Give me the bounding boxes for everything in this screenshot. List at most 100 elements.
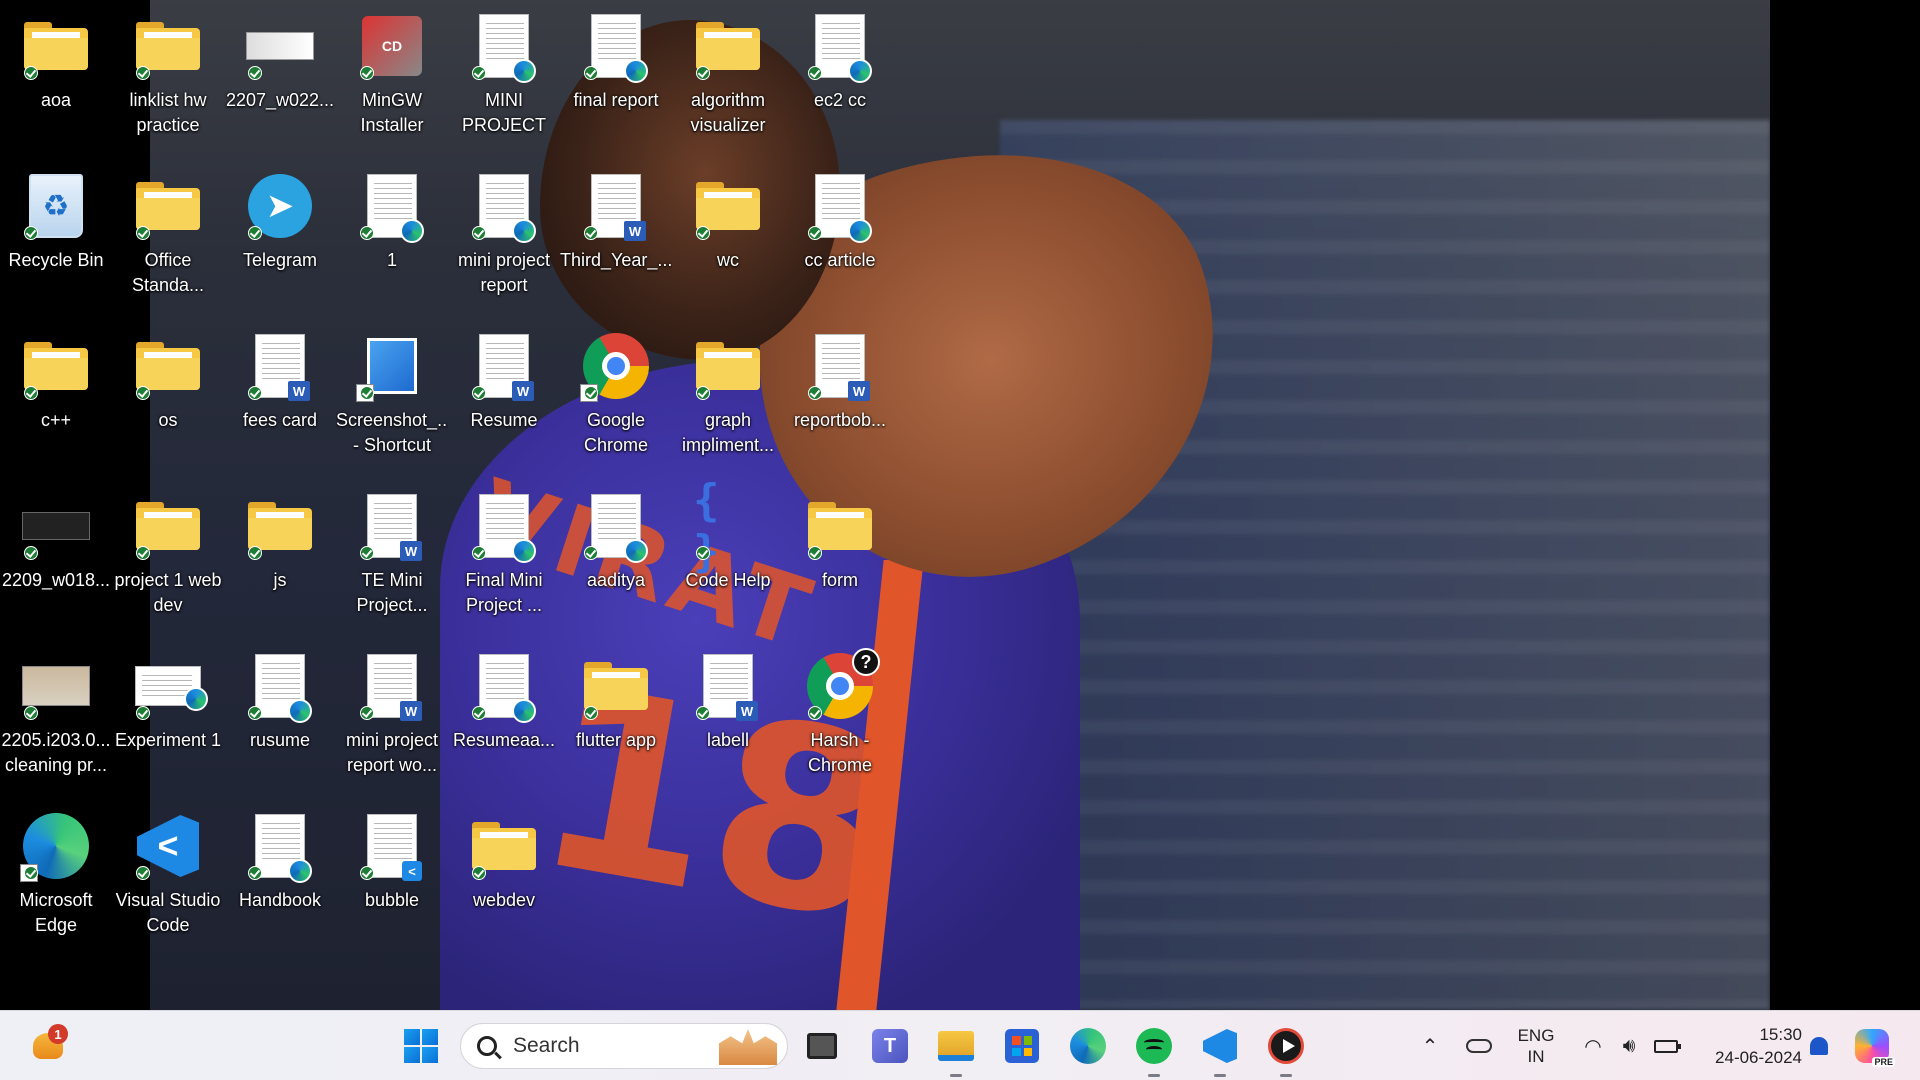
desktop-icon[interactable]: W Resume (448, 324, 560, 480)
desktop-icon-label: 2207_w022... (225, 90, 335, 110)
desktop-icon[interactable]: 2209_w018... (0, 484, 112, 640)
pdf-document-icon (255, 814, 312, 883)
taskbar-spotify[interactable] (1130, 1022, 1178, 1077)
desktop-icon[interactable]: Handbook (224, 804, 336, 960)
desktop-icon[interactable]: ↗ Microsoft Edge (0, 804, 112, 960)
taskbar-microsoft-store[interactable] (998, 1022, 1046, 1070)
desktop-icon[interactable]: ? Harsh - Chrome (784, 644, 896, 800)
desktop-icon[interactable]: wc (672, 164, 784, 320)
weather-widget[interactable]: 1 (24, 1022, 72, 1070)
taskbar-media-player[interactable] (1262, 1022, 1310, 1077)
desktop-icon[interactable]: < bubble (336, 804, 448, 960)
taskbar-vscode[interactable] (1196, 1022, 1244, 1077)
desktop-icon[interactable]: W Third_Year_... (560, 164, 672, 320)
taskbar-search-box[interactable]: Search (460, 1023, 788, 1069)
desktop-icon[interactable]: js (224, 484, 336, 640)
sync-status-icon (808, 546, 822, 560)
word-document-icon: W (591, 174, 646, 241)
desktop-icon-label: wc (717, 250, 739, 270)
desktop-icon-label: linklist hw practice (129, 90, 207, 135)
desktop-icon[interactable]: ➤ Telegram (224, 164, 336, 320)
desktop-icon-glyph (692, 330, 764, 402)
edge-badge-icon (848, 219, 872, 243)
desktop-icon[interactable]: W TE Mini Project... (336, 484, 448, 640)
folder-icon (472, 822, 536, 870)
show-hidden-icons-button[interactable]: ⌃ (1416, 1022, 1444, 1070)
desktop-icon[interactable]: cc article (784, 164, 896, 320)
sync-status-icon (248, 66, 262, 80)
desktop-icon[interactable]: { }Code Help (672, 475, 784, 640)
desktop-icon[interactable]: aoa (0, 4, 112, 160)
pdf-document-icon (479, 494, 536, 563)
desktop-icon-label: graph impliment... (681, 410, 775, 455)
taskbar-edge[interactable] (1064, 1022, 1112, 1070)
desktop-icon[interactable]: c++ (0, 324, 112, 480)
desktop-icon[interactable]: Resumeaa... (448, 644, 560, 800)
desktop-icon[interactable]: ↗ Screenshot_... - Shortcut (336, 324, 448, 480)
desktop-icon[interactable]: rusume (224, 644, 336, 800)
desktop-icon[interactable]: Wlabell (672, 644, 784, 800)
desktop-icon[interactable]: Wmini project report wo... (336, 644, 448, 800)
desktop-icon[interactable]: linklist hw practice (112, 4, 224, 160)
desktop-icon-label: mini project report wo... (345, 730, 439, 775)
word-badge-icon: W (400, 541, 422, 561)
desktop-icon[interactable]: CD MinGW Installer (336, 4, 448, 160)
pdf-document-icon (479, 654, 536, 723)
desktop-icon[interactable]: ↗ Google Chrome (560, 324, 672, 480)
desktop-icon-glyph: < (132, 810, 204, 882)
desktop-icon[interactable]: algorithm visualizer (672, 4, 784, 160)
desktop-icon[interactable]: 1 (336, 164, 448, 320)
desktop-icon[interactable]: Final Mini Project ... (448, 484, 560, 640)
taskbar-file-explorer[interactable] (932, 1022, 980, 1077)
pdf-document-icon (479, 174, 536, 243)
desktop-icon-glyph (244, 650, 316, 723)
folder-icon (584, 662, 648, 710)
desktop-icon[interactable]: 2207_w022... (224, 4, 336, 160)
word-document-icon: W (815, 334, 870, 401)
desktop-icon-label: 2205.i203.0... cleaning pr... (1, 730, 111, 775)
notifications-button[interactable] (1806, 1022, 1832, 1070)
desktop-icon[interactable]: os (112, 324, 224, 480)
network-button[interactable]: ◠ (1578, 1022, 1608, 1070)
desktop-icon-label: MinGW Installer (360, 90, 424, 135)
speaker-icon: 🔊︎ (1622, 1034, 1636, 1057)
word-badge-icon: W (736, 701, 758, 721)
desktop-icon-glyph (20, 330, 92, 402)
desktop-icon-label: Harsh - Chrome (807, 730, 873, 775)
desktop-icon[interactable]: Wfees card (224, 324, 336, 480)
desktop-icon[interactable]: MINI PROJECT (448, 4, 560, 160)
onedrive-tray-button[interactable] (1462, 1022, 1496, 1070)
desktop-icon[interactable]: final report (560, 4, 672, 160)
running-indicator (1280, 1074, 1292, 1077)
desktop-icon[interactable]: ec2 cc (784, 4, 896, 160)
input-language-indicator[interactable]: ENG IN (1512, 1025, 1560, 1069)
desktop-icon-glyph: ↗ (20, 810, 92, 882)
task-view-button[interactable] (798, 1022, 846, 1070)
copilot-button[interactable]: PRE (1850, 1022, 1895, 1070)
start-button[interactable] (398, 1022, 444, 1070)
desktop-icon[interactable]: mini project report (448, 164, 560, 320)
desktop-icon[interactable]: Experiment 1 (112, 644, 224, 800)
running-indicator (950, 1074, 962, 1077)
desktop-icon[interactable]: 2205.i203.0... cleaning pr... (0, 644, 112, 800)
desktop-icon[interactable]: Office Standa... (112, 164, 224, 320)
desktop-icon[interactable]: < Visual Studio Code (112, 804, 224, 960)
folder-icon (696, 342, 760, 390)
desktop-icon-glyph (132, 650, 208, 722)
desktop-icon[interactable]: webdev (448, 804, 560, 960)
desktop-icon[interactable]: flutter app (560, 644, 672, 800)
word-document-icon: W (255, 334, 310, 401)
desktop-icon[interactable]: project 1 web dev (112, 484, 224, 640)
desktop-icon-glyph: < (356, 810, 428, 882)
sync-status-icon (24, 546, 38, 560)
desktop-icon[interactable]: form (784, 484, 896, 640)
volume-button[interactable]: 🔊︎ (1614, 1022, 1644, 1070)
taskbar-teams[interactable]: T (866, 1022, 914, 1070)
desktop-icon[interactable]: graph impliment... (672, 324, 784, 480)
desktop-icon[interactable]: Wreportbob... (784, 324, 896, 480)
desktop-icon[interactable]: aaditya (560, 484, 672, 640)
desktop-icon[interactable]: ♻ Recycle Bin (0, 164, 112, 320)
pdf-document-icon (367, 174, 424, 243)
clock[interactable]: 15:30 24-06-2024 (1694, 1023, 1802, 1069)
battery-button[interactable] (1650, 1022, 1682, 1070)
